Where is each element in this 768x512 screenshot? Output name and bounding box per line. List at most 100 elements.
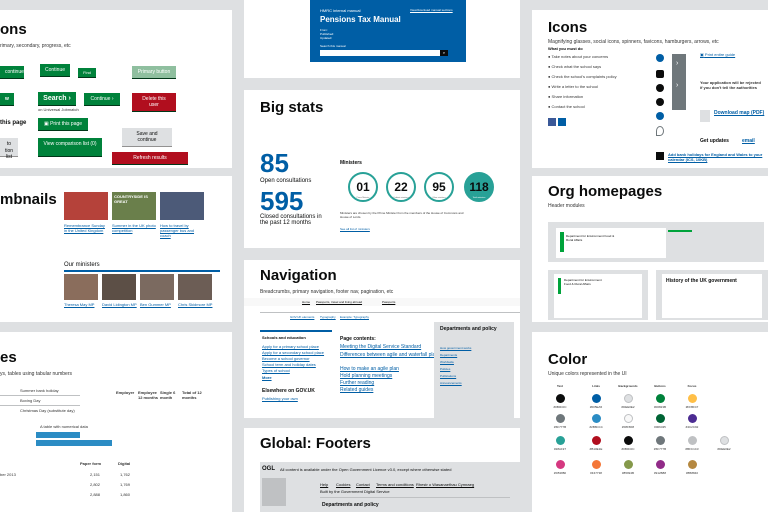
footer-link-cookies[interactable]: Cookies bbox=[336, 482, 350, 487]
color-swatch-code: #B58840 bbox=[685, 471, 698, 475]
depts-link-2[interactable]: Departments bbox=[440, 353, 457, 357]
twitter-icon[interactable] bbox=[558, 118, 566, 126]
add-bank-holidays-link[interactable]: Add bank holidays for England and Wales … bbox=[668, 152, 768, 162]
footer-link-help[interactable]: Help bbox=[320, 482, 328, 487]
contents-link-4[interactable]: Hold planning meetings bbox=[340, 373, 392, 379]
color-swatch bbox=[592, 436, 601, 445]
tab-govuk-elements[interactable]: GOV.UK elements bbox=[290, 315, 314, 319]
row-paper: 2,151 bbox=[90, 472, 101, 477]
breadcrumb-home[interactable]: Home bbox=[302, 300, 310, 304]
news-image-1[interactable] bbox=[64, 192, 108, 220]
navigation-card: Navigation Breadcrumbs, primary navigati… bbox=[244, 260, 520, 418]
breadcrumb-passports-travel[interactable]: Passports, travel and living abroad bbox=[316, 300, 362, 304]
color-swatch bbox=[688, 414, 697, 423]
news-image-2[interactable]: COUNTRYSIDE IS GREAT bbox=[112, 192, 156, 220]
news-link-1[interactable]: Remembrance Sunday in the United Kingdom bbox=[64, 223, 108, 233]
schools-link-3[interactable]: Become a school governor bbox=[262, 356, 310, 361]
color-swatch bbox=[592, 394, 601, 403]
elsewhere-link[interactable]: Publishing your own bbox=[262, 396, 298, 401]
color-swatch-code: #2B8CC4 bbox=[589, 425, 603, 429]
search-icon[interactable]: ⌕ bbox=[440, 50, 448, 56]
minister-name-3[interactable]: Ben Gummer MP bbox=[140, 302, 171, 307]
step-4-text: Write a letter to the school bbox=[551, 84, 598, 89]
minister-photo-3[interactable] bbox=[140, 274, 174, 300]
schools-link-1[interactable]: Apply for a primary school place bbox=[262, 344, 319, 349]
arrow-right-icon: › bbox=[111, 96, 114, 102]
device-icon bbox=[656, 70, 664, 78]
download-map-link[interactable]: Download map (PDF) bbox=[714, 110, 764, 116]
contents-link-5[interactable]: Further reading bbox=[340, 380, 374, 386]
schools-link-more[interactable]: More bbox=[262, 375, 272, 380]
color-column-header: Text bbox=[557, 384, 563, 388]
minister-photo-4[interactable] bbox=[178, 274, 212, 300]
all-ministers-link[interactable]: See all list of ministers bbox=[340, 227, 370, 232]
view-comparison-button[interactable]: View comparison list (0) bbox=[38, 138, 102, 156]
depts-link-1[interactable]: How government works bbox=[440, 346, 471, 350]
save-continue-button[interactable]: Save and continue bbox=[122, 128, 172, 146]
view-download-link[interactable]: View/download manual sections bbox=[410, 8, 453, 12]
tab-example-typography[interactable]: Example: Typography bbox=[340, 315, 369, 319]
footer-link-welsh[interactable]: Rhestr o Wasanaethau Cymraeg bbox=[416, 482, 474, 487]
thumbnails-card-title: mbnails bbox=[0, 191, 57, 208]
built-by-text: Built by the Government Digital Service bbox=[320, 489, 390, 494]
tab-typography[interactable]: Typography bbox=[320, 315, 336, 319]
schools-link-5[interactable]: Types of school bbox=[262, 368, 290, 373]
thumbnails-card: mbnails COUNTRYSIDE IS GREAT Remembrance… bbox=[0, 176, 232, 322]
org-card: Org homepages Header modules Department … bbox=[532, 176, 768, 322]
chevron-right-icon[interactable]: › bbox=[676, 82, 678, 89]
minister-name-4[interactable]: Chris Skidmore MP bbox=[178, 302, 212, 307]
minister-photo-1[interactable] bbox=[64, 274, 98, 300]
get-updates-label: Get updates bbox=[700, 138, 729, 144]
w-button[interactable]: w bbox=[0, 93, 14, 105]
print-icon: ▣ bbox=[43, 121, 49, 127]
chevron-right-icon[interactable]: › bbox=[676, 60, 678, 67]
print-page-button[interactable]: ▣ Print this page bbox=[38, 118, 88, 130]
search-manual-input[interactable] bbox=[320, 50, 440, 56]
universal-jobmatch-text: on Universal Jobmatch bbox=[38, 107, 79, 112]
continue-button-2[interactable]: Continue bbox=[40, 64, 70, 76]
news-link-3[interactable]: How to travel by passenger bus and coach bbox=[160, 223, 204, 239]
find-button[interactable]: Find bbox=[78, 68, 96, 77]
color-swatch bbox=[656, 394, 665, 403]
primary-button-disabled[interactable]: Primary button bbox=[132, 66, 176, 78]
footer-link-terms[interactable]: Terms and conditions bbox=[376, 482, 414, 487]
color-swatch bbox=[656, 460, 665, 469]
footer-link-contact[interactable]: Contact bbox=[356, 482, 370, 487]
facebook-icon[interactable] bbox=[548, 118, 556, 126]
color-swatch-code: #DEE0E2 bbox=[717, 447, 731, 451]
email-link[interactable]: email bbox=[742, 138, 755, 144]
minister-name-1[interactable]: Theresa May MP bbox=[64, 302, 94, 307]
breadcrumb-passports[interactable]: Passports bbox=[382, 300, 395, 304]
print-guide-link[interactable]: ▣ Print entire guide bbox=[700, 52, 735, 57]
contents-link-1[interactable]: Meeting the Digital Service Standard bbox=[340, 344, 421, 350]
schools-link-4[interactable]: School term and holiday dates bbox=[262, 362, 316, 367]
color-swatch bbox=[592, 414, 601, 423]
contents-link-6[interactable]: Related guides bbox=[340, 387, 373, 393]
contents-link-2[interactable]: Differences between agile and waterfall … bbox=[340, 352, 447, 358]
refresh-results-button[interactable]: Refresh results bbox=[112, 152, 188, 164]
stat-closed-number[interactable]: 595 bbox=[260, 188, 303, 214]
depts-link-4[interactable]: Policies bbox=[440, 367, 450, 371]
contents-link-3[interactable]: How to make an agile plan bbox=[340, 366, 399, 372]
buttons-card-title: ons bbox=[0, 21, 27, 38]
delete-user-button[interactable]: Delete this user bbox=[132, 93, 176, 111]
minister-photo-2[interactable] bbox=[102, 274, 136, 300]
circle-label-2: Cabinet ministers bbox=[393, 197, 409, 199]
table-divider bbox=[0, 395, 80, 396]
stat-open-number[interactable]: 85 bbox=[260, 150, 289, 176]
depts-link-3[interactable]: Worldwide bbox=[440, 360, 454, 364]
depts-link-5[interactable]: Publications bbox=[440, 374, 456, 378]
arrow-panel[interactable]: › › bbox=[672, 54, 686, 110]
search-button[interactable]: Search › bbox=[38, 92, 76, 105]
news-image-3[interactable] bbox=[160, 192, 204, 220]
depts-link-6[interactable]: Announcements bbox=[440, 381, 462, 385]
to-list-button[interactable]: to tion list bbox=[0, 138, 18, 160]
minister-name-2[interactable]: David Lidington MP bbox=[102, 302, 137, 307]
play-icon[interactable] bbox=[656, 84, 664, 92]
warning-icon bbox=[656, 98, 664, 106]
continue-arrow-button[interactable]: Continue › bbox=[84, 93, 120, 105]
continue-button[interactable]: continue bbox=[0, 66, 24, 78]
schools-link-2[interactable]: Apply for a secondary school place bbox=[262, 350, 324, 355]
news-link-2[interactable]: Summer in the UK photo competition bbox=[112, 223, 156, 233]
ministers-heading: Our ministers bbox=[64, 262, 100, 268]
